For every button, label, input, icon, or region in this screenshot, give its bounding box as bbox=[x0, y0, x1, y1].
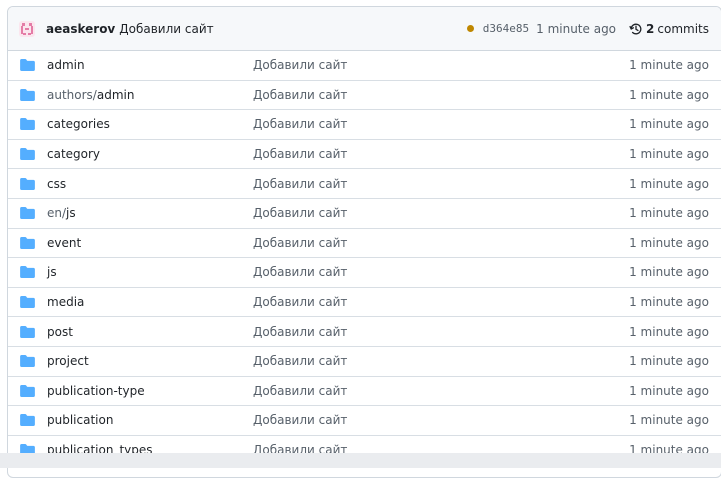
folder-icon bbox=[20, 88, 35, 101]
file-name-link[interactable]: post bbox=[47, 325, 253, 339]
file-name-link[interactable]: publication bbox=[47, 413, 253, 427]
commit-author[interactable]: aeaskerov bbox=[46, 22, 115, 36]
file-row[interactable]: category Добавили сайт 1 minute ago bbox=[8, 140, 721, 170]
file-commit-message[interactable]: Добавили сайт bbox=[253, 58, 629, 72]
folder-icon bbox=[20, 266, 35, 279]
file-commit-age: 1 minute ago bbox=[629, 87, 709, 102]
file-commit-age: 1 minute ago bbox=[629, 265, 709, 280]
file-name[interactable]: admin bbox=[97, 88, 135, 102]
history-icon bbox=[629, 23, 642, 34]
folder-icon bbox=[20, 118, 35, 131]
latest-commit-bar: aeaskerov Добавили сайт d364e85 1 minute… bbox=[8, 7, 721, 51]
file-commit-age: 1 minute ago bbox=[629, 206, 709, 221]
file-name[interactable]: admin bbox=[47, 58, 85, 72]
commit-sha[interactable]: d364e85 bbox=[483, 22, 529, 35]
file-row[interactable]: js Добавили сайт 1 minute ago bbox=[8, 258, 721, 288]
commit-time: 1 minute ago bbox=[536, 21, 617, 36]
file-path-prefix[interactable]: en/ bbox=[47, 206, 66, 220]
file-commit-age: 1 minute ago bbox=[629, 354, 709, 369]
file-row[interactable]: en/js Добавили сайт 1 minute ago bbox=[8, 199, 721, 229]
file-name-link[interactable]: publication-type bbox=[47, 384, 253, 398]
file-commit-age: 1 minute ago bbox=[629, 58, 709, 73]
file-row[interactable]: project Добавили сайт 1 minute ago bbox=[8, 347, 721, 377]
file-commit-age: 1 minute ago bbox=[629, 235, 709, 250]
file-commit-message[interactable]: Добавили сайт bbox=[253, 236, 629, 250]
file-name[interactable]: publication bbox=[47, 413, 113, 427]
file-name-link[interactable]: categories bbox=[47, 117, 253, 131]
avatar-icon[interactable] bbox=[18, 20, 36, 38]
commits-history-link[interactable]: 2 commits bbox=[629, 22, 709, 36]
file-row[interactable]: publication-type Добавили сайт 1 minute ag… bbox=[8, 377, 721, 407]
file-commit-age: 1 minute ago bbox=[629, 413, 709, 428]
file-name-link[interactable]: project bbox=[47, 354, 253, 368]
file-commit-message[interactable]: Добавили сайт bbox=[253, 147, 629, 161]
file-name-link[interactable]: css bbox=[47, 177, 253, 191]
commit-message[interactable]: Добавили сайт bbox=[119, 22, 213, 36]
file-commit-message[interactable]: Добавили сайт bbox=[253, 177, 629, 191]
file-name-link[interactable]: authors/admin bbox=[47, 88, 253, 102]
file-commit-age: 1 minute ago bbox=[629, 324, 709, 339]
file-commit-age: 1 minute ago bbox=[629, 147, 709, 162]
file-name[interactable]: media bbox=[47, 295, 84, 309]
file-commit-message[interactable]: Добавили сайт bbox=[253, 295, 629, 309]
folder-icon bbox=[20, 148, 35, 161]
file-row[interactable]: event Добавили сайт 1 minute ago bbox=[8, 229, 721, 259]
file-commit-message[interactable]: Добавили сайт bbox=[253, 384, 629, 398]
file-row[interactable]: media Добавили сайт 1 minute ago bbox=[8, 288, 721, 318]
file-commit-age: 1 minute ago bbox=[629, 117, 709, 132]
horizontal-scrollbar[interactable] bbox=[0, 453, 721, 468]
file-row[interactable]: post Добавили сайт 1 minute ago bbox=[8, 317, 721, 347]
file-path-prefix[interactable]: authors/ bbox=[47, 88, 97, 102]
file-name[interactable]: event bbox=[47, 236, 81, 250]
file-name-link[interactable]: media bbox=[47, 295, 253, 309]
commits-label: commits bbox=[657, 21, 709, 36]
file-commit-age: 1 minute ago bbox=[629, 295, 709, 310]
file-name-link[interactable]: event bbox=[47, 236, 253, 250]
file-name-link[interactable]: category bbox=[47, 147, 253, 161]
file-commit-message[interactable]: Добавили сайт bbox=[253, 354, 629, 368]
file-name[interactable]: js bbox=[66, 206, 76, 220]
file-row[interactable]: authors/admin Добавили сайт 1 minute ago bbox=[8, 81, 721, 111]
folder-icon bbox=[20, 59, 35, 72]
file-name[interactable]: css bbox=[47, 177, 66, 191]
file-row[interactable]: css Добавили сайт 1 minute ago bbox=[8, 169, 721, 199]
folder-icon bbox=[20, 384, 35, 397]
file-name[interactable]: category bbox=[47, 147, 100, 161]
folder-icon bbox=[20, 325, 35, 338]
commits-count: 2 bbox=[646, 21, 655, 36]
file-commit-message[interactable]: Добавили сайт bbox=[253, 325, 629, 339]
file-commit-age: 1 minute ago bbox=[629, 383, 709, 398]
folder-icon bbox=[20, 207, 35, 220]
file-commit-message[interactable]: Добавили сайт bbox=[253, 88, 629, 102]
folder-icon bbox=[20, 236, 35, 249]
file-commit-message[interactable]: Добавили сайт bbox=[253, 206, 629, 220]
file-name-link[interactable]: admin bbox=[47, 58, 253, 72]
folder-icon bbox=[20, 414, 35, 427]
file-row[interactable]: admin Добавили сайт 1 minute ago bbox=[8, 51, 721, 81]
file-name-link[interactable]: js bbox=[47, 265, 253, 279]
file-commit-message[interactable]: Добавили сайт bbox=[253, 265, 629, 279]
file-commit-age: 1 minute ago bbox=[629, 176, 709, 191]
folder-icon bbox=[20, 177, 35, 190]
file-name[interactable]: publication-type bbox=[47, 384, 145, 398]
file-list: admin Добавили сайт 1 minute ago authors/ad… bbox=[8, 51, 721, 466]
file-name[interactable]: post bbox=[47, 325, 73, 339]
file-name[interactable]: categories bbox=[47, 117, 110, 131]
folder-icon bbox=[20, 355, 35, 368]
file-name[interactable]: js bbox=[47, 265, 57, 279]
file-commit-message[interactable]: Добавили сайт bbox=[253, 413, 629, 427]
file-name[interactable]: project bbox=[47, 354, 89, 368]
file-commit-message[interactable]: Добавили сайт bbox=[253, 117, 629, 131]
file-name-link[interactable]: en/js bbox=[47, 206, 253, 220]
commit-status-dot[interactable] bbox=[466, 25, 474, 32]
file-row[interactable]: categories Добавили сайт 1 minute ago bbox=[8, 110, 721, 140]
folder-icon bbox=[20, 296, 35, 309]
file-row[interactable]: publication Добавили сайт 1 minute ago bbox=[8, 406, 721, 436]
file-browser: aeaskerov Добавили сайт d364e85 1 minute… bbox=[7, 6, 721, 478]
